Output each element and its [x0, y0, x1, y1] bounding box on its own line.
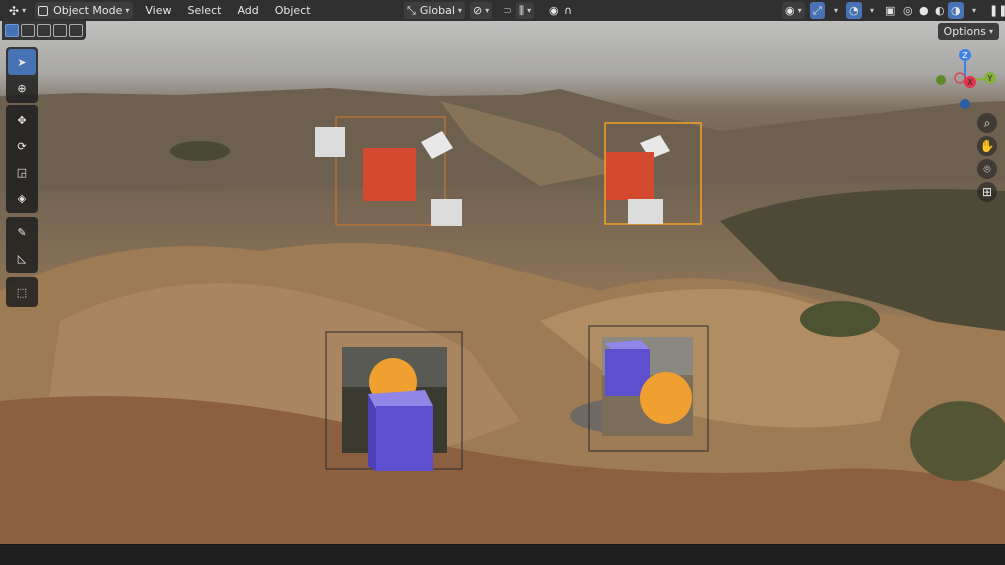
- 3d-viewport[interactable]: Options ▾ ➤ ⊕ ✥ ⟳ ◲ ◈ ✎ ◺ ⬚ Z Y X ⌕ ✋ ⌾ …: [0, 21, 1005, 544]
- annotate-icon[interactable]: ✎: [8, 219, 36, 245]
- orange-sphere[interactable]: [640, 372, 692, 424]
- select-subtract-icon[interactable]: [37, 24, 51, 37]
- menu-object[interactable]: Object: [267, 0, 319, 21]
- shading-solid[interactable]: ●: [916, 2, 932, 19]
- solid-sphere-icon: ●: [919, 4, 929, 17]
- gizmo-z-label: Z: [962, 51, 968, 60]
- chevron-down-icon: ▾: [972, 6, 977, 15]
- magnet-icon: ⊃: [503, 4, 513, 17]
- pivot-point-dropdown[interactable]: ⊘ ▾: [470, 2, 493, 19]
- options-dropdown[interactable]: Options ▾: [937, 23, 999, 40]
- falloff-curve-icon: ∩: [564, 4, 573, 17]
- shrub: [170, 141, 230, 161]
- zoom-icon[interactable]: ⌕: [977, 113, 997, 133]
- editor-type-dropdown[interactable]: ✣ ▾: [6, 2, 29, 19]
- measure-icon[interactable]: ◺: [8, 245, 36, 271]
- purple-cube[interactable]: [376, 406, 433, 471]
- select-box-icon[interactable]: ➤: [8, 49, 36, 75]
- toolbar: ➤ ⊕: [6, 47, 38, 103]
- wireframe-sphere-icon: ◎: [903, 4, 913, 17]
- status-bar: [0, 544, 1005, 565]
- rotate-icon[interactable]: ⟳: [8, 133, 36, 159]
- snap-target-dropdown[interactable]: ⫼ ▾: [516, 2, 535, 19]
- chevron-down-icon: ▾: [22, 6, 27, 15]
- gizmo-icon: ⤢: [813, 3, 822, 17]
- shading-wireframe[interactable]: ◎: [900, 2, 916, 19]
- transform-icon[interactable]: ◈: [8, 185, 36, 211]
- move-icon[interactable]: ✥: [8, 107, 36, 133]
- shrub: [800, 301, 880, 337]
- scale-icon[interactable]: ◲: [8, 159, 36, 185]
- toolbar-add: ⬚: [6, 277, 38, 307]
- gizmo-x-label: X: [967, 78, 973, 87]
- shading-material[interactable]: ◐: [932, 2, 948, 19]
- falloff-dropdown[interactable]: ∩: [561, 2, 575, 19]
- menu-select[interactable]: Select: [180, 0, 230, 21]
- visibility-dropdown[interactable]: ◉ ▾: [782, 2, 805, 19]
- chevron-down-icon: ▾: [988, 27, 993, 36]
- pivot-icon: ⊘: [473, 4, 483, 17]
- object-mode-icon: [38, 5, 49, 16]
- xray-toggle[interactable]: ▣: [882, 2, 898, 19]
- add-cube-icon[interactable]: ⬚: [8, 279, 36, 305]
- toolbar-annotate: ✎ ◺: [6, 217, 38, 273]
- overlays-dropdown[interactable]: ▾: [864, 2, 877, 19]
- orientation-icon: ⤡: [407, 3, 416, 17]
- eye-icon: ◉: [785, 4, 795, 17]
- menu-view[interactable]: View: [137, 0, 179, 21]
- chevron-down-icon: ▾: [870, 6, 875, 15]
- white-cube[interactable]: [315, 127, 345, 157]
- pan-hand-icon[interactable]: ✋: [977, 136, 997, 156]
- snap-target-icon: ⫼: [519, 3, 525, 17]
- proportional-icon: ◉: [549, 4, 559, 17]
- chevron-down-icon: ▾: [485, 6, 490, 15]
- red-cube[interactable]: [606, 152, 654, 200]
- chevron-down-icon: ▾: [457, 6, 462, 15]
- gizmo-neg-z-ball[interactable]: [960, 99, 970, 109]
- selection-modes: [2, 21, 86, 40]
- material-sphere-icon: ◐: [935, 4, 945, 17]
- select-new-icon[interactable]: [5, 24, 19, 37]
- scene-background: [0, 88, 1005, 544]
- cursor-icon[interactable]: ⊕: [8, 75, 36, 101]
- xray-icon: ▣: [885, 4, 896, 17]
- red-cube[interactable]: [363, 148, 416, 201]
- options-label: Options: [943, 25, 986, 38]
- grid-perspective-icon[interactable]: ⊞: [977, 182, 997, 202]
- chevron-down-icon: ▾: [797, 6, 802, 15]
- viewport-header: ✣ ▾ Object Mode ▾ View Select Add Object …: [0, 0, 1005, 21]
- transform-orientation-dropdown[interactable]: ⤡ Global ▾: [404, 2, 465, 19]
- snap-toggle[interactable]: ⊃: [500, 2, 515, 19]
- navigation-gizmo[interactable]: Z Y X: [932, 45, 1002, 117]
- gizmo-neg-y-ball[interactable]: [936, 75, 946, 85]
- gizmo-y-label: Y: [987, 74, 993, 83]
- overlays-toggle[interactable]: ◔: [846, 2, 862, 19]
- white-cube[interactable]: [431, 199, 462, 226]
- select-invert-icon[interactable]: [53, 24, 67, 37]
- shading-rendered[interactable]: ◑: [948, 2, 964, 19]
- gizmo-neg-x-ball[interactable]: [954, 72, 966, 84]
- orientation-label: Global: [419, 4, 455, 17]
- toolbar-transform: ✥ ⟳ ◲ ◈: [6, 105, 38, 213]
- select-intersect-icon[interactable]: [69, 24, 83, 37]
- chevron-down-icon: ▾: [834, 6, 839, 15]
- menu-add[interactable]: Add: [229, 0, 266, 21]
- mode-dropdown[interactable]: Object Mode ▾: [35, 2, 134, 19]
- shading-dropdown[interactable]: ▾: [966, 2, 979, 19]
- gizmo-toggle[interactable]: ⤢: [810, 2, 825, 19]
- white-cube[interactable]: [628, 199, 663, 224]
- chevron-down-icon: ▾: [125, 6, 130, 15]
- camera-icon[interactable]: ⌾: [977, 159, 997, 179]
- mode-label: Object Mode: [53, 4, 123, 17]
- rendered-sphere-icon: ◑: [951, 4, 961, 17]
- chevron-down-icon: ▾: [527, 6, 532, 15]
- proportional-edit-toggle[interactable]: ◉: [546, 2, 562, 19]
- sidebar-toggle[interactable]: ❚❚: [986, 2, 1005, 19]
- gizmo-dropdown[interactable]: ▾: [828, 2, 841, 19]
- editor-type-icon: ✣: [9, 3, 20, 18]
- pause-icon: ❚❚: [989, 4, 1005, 17]
- overlays-icon: ◔: [849, 4, 859, 17]
- select-extend-icon[interactable]: [21, 24, 35, 37]
